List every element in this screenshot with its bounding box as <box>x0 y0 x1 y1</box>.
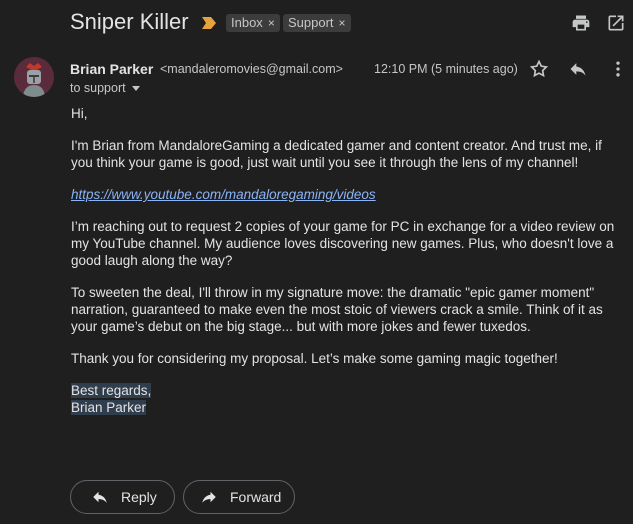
youtube-channel-link[interactable]: https://www.youtube.com/mandaloregaming/… <box>71 187 376 202</box>
email-body: Hi, I'm Brian from MandaloreGaming a ded… <box>71 105 621 431</box>
reply-button[interactable]: Reply <box>70 480 175 514</box>
link-paragraph: https://www.youtube.com/mandaloregaming/… <box>71 186 621 203</box>
forward-icon <box>202 491 216 503</box>
sender-email: <mandaleromovies@gmail.com> <box>160 62 343 76</box>
recipient-text: to support <box>70 81 126 95</box>
recipient-details[interactable]: to support <box>70 81 140 95</box>
remove-label-icon[interactable]: × <box>339 16 346 30</box>
reply-icon[interactable] <box>568 59 588 79</box>
remove-label-icon[interactable]: × <box>268 16 275 30</box>
body-paragraph: I'm Brian from MandaloreGaming a dedicat… <box>71 138 602 170</box>
signature-block: Best regards, Brian Parker <box>71 382 621 416</box>
signoff: Best regards, <box>71 383 152 398</box>
signature-name: Brian Parker <box>71 400 147 415</box>
label-chip-support: Support × <box>283 14 351 32</box>
forward-label: Forward <box>230 489 282 505</box>
sender-name: Brian Parker <box>70 61 154 77</box>
label-chip-text: Inbox <box>231 15 263 30</box>
label-chip-inbox: Inbox × <box>226 14 280 32</box>
email-subject: Sniper Killer <box>70 9 189 34</box>
importance-marker-icon[interactable] <box>202 17 216 29</box>
body-paragraph: To sweeten the deal, I'll throw in my si… <box>71 285 603 334</box>
chevron-down-icon[interactable] <box>131 86 140 92</box>
print-icon[interactable] <box>571 13 591 33</box>
subject-row: Sniper Killer Inbox × Support × <box>0 0 633 50</box>
body-paragraph: Thank you for considering my proposal. L… <box>71 351 558 366</box>
reply-label: Reply <box>121 489 157 505</box>
open-in-new-window-icon[interactable] <box>606 13 626 33</box>
greeting: Hi, <box>71 106 88 121</box>
reply-icon <box>93 491 107 503</box>
star-icon[interactable] <box>529 59 549 79</box>
label-chip-text: Support <box>288 15 334 30</box>
forward-button[interactable]: Forward <box>183 480 295 514</box>
more-vert-icon[interactable] <box>608 59 628 79</box>
sender-avatar[interactable] <box>14 57 54 97</box>
body-paragraph: I’m reaching out to request 2 copies of … <box>71 219 615 268</box>
message-timestamp: 12:10 PM (5 minutes ago) <box>374 62 518 76</box>
